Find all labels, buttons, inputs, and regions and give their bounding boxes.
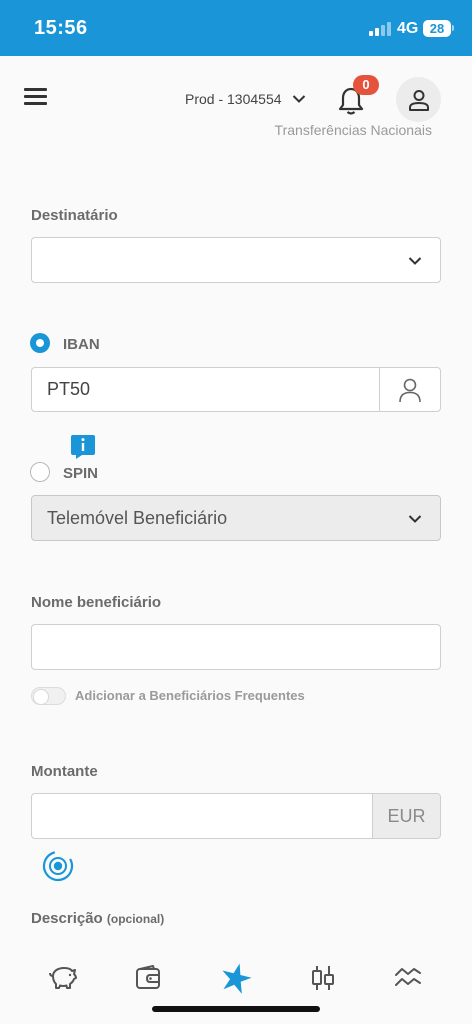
destinatario-label: Destinatário — [31, 207, 118, 224]
trend-lines-icon — [395, 968, 421, 986]
descricao-label: Descrição (opcional) — [31, 910, 164, 927]
spin-phone-select[interactable]: Telemóvel Beneficiário — [31, 495, 441, 541]
home-indicator — [152, 1006, 320, 1012]
info-icon[interactable] — [70, 434, 96, 460]
profile-button[interactable] — [396, 77, 441, 122]
status-bar: 15:56 4G 28 — [0, 0, 472, 56]
favorites-toggle[interactable] — [31, 687, 66, 705]
nome-beneficiario-label: Nome beneficiário — [31, 594, 162, 611]
descricao-label-text: Descrição — [31, 910, 103, 927]
star-logo-icon — [222, 963, 252, 994]
signal-icon — [369, 22, 391, 36]
person-icon — [399, 378, 421, 402]
spin-label: SPIN — [63, 465, 99, 482]
notification-badge: 0 — [353, 75, 379, 95]
nav-investments[interactable] — [307, 962, 339, 994]
beneficiary-picker-button[interactable] — [379, 367, 441, 412]
candlestick-chart-icon — [312, 966, 334, 990]
montante-input[interactable] — [31, 793, 373, 839]
status-time: 15:56 — [34, 17, 88, 39]
nome-beneficiario-input[interactable] — [31, 624, 441, 670]
user-icon — [408, 89, 429, 111]
nav-home[interactable] — [219, 960, 253, 996]
chevron-down-icon — [408, 257, 422, 265]
network-type: 4G — [397, 20, 419, 37]
iban-label: IBAN — [63, 336, 100, 353]
account-label: Prod - 1304554 — [185, 91, 282, 107]
favorites-toggle-label: Adicionar a Beneficiários Frequentes — [75, 688, 305, 703]
iban-input[interactable]: PT50 — [31, 367, 380, 412]
spin-phone-select-value: Telemóvel Beneficiário — [47, 508, 228, 528]
page-title: Transferências Nacionais — [274, 122, 432, 138]
chevron-down-icon — [292, 95, 305, 103]
destinatario-select[interactable] — [31, 237, 441, 283]
spin-radio[interactable] — [30, 462, 50, 482]
hamburger-menu-icon[interactable] — [24, 88, 48, 106]
account-selector[interactable]: Prod - 1304554 — [185, 91, 306, 107]
nav-markets[interactable] — [392, 962, 424, 994]
chevron-down-icon — [408, 515, 422, 523]
battery-icon: 28 — [423, 20, 451, 37]
nav-wallet[interactable] — [132, 962, 164, 994]
piggy-bank-icon — [49, 967, 77, 989]
battery-tip — [452, 25, 454, 31]
iban-radio[interactable] — [30, 333, 50, 353]
currency-label: EUR — [372, 793, 441, 839]
descricao-optional-hint: (opcional) — [106, 912, 165, 926]
montante-label: Montante — [31, 763, 98, 780]
nav-savings[interactable] — [47, 962, 79, 994]
loading-spinner-icon — [42, 850, 74, 882]
wallet-icon — [136, 965, 160, 989]
